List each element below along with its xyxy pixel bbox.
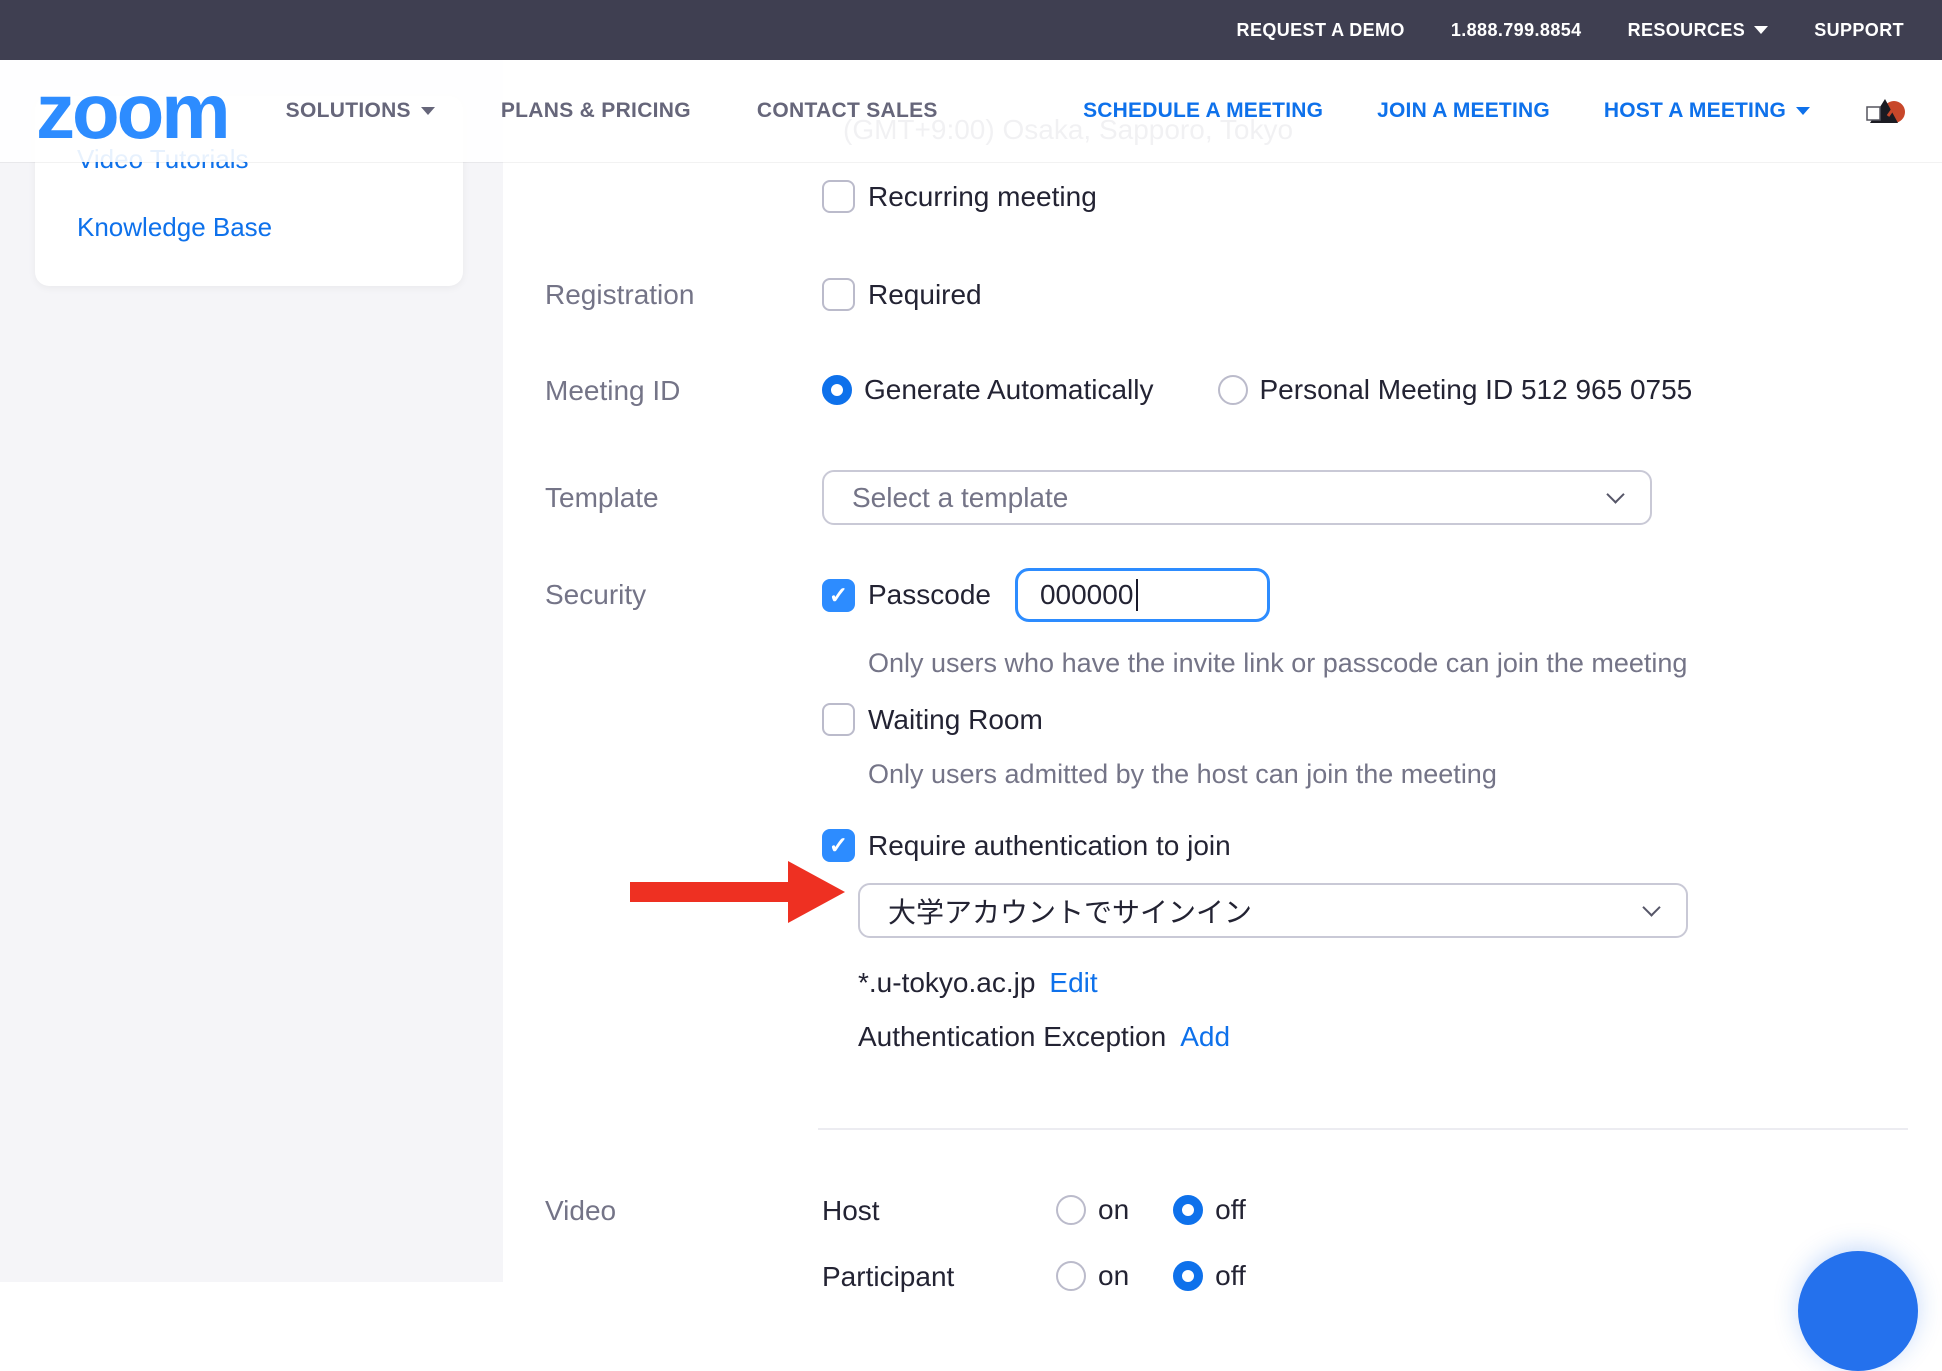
waiting-room-helper-text: Only users admitted by the host can join… <box>868 758 1688 791</box>
passcode-checkbox[interactable]: ✓ <box>822 579 855 612</box>
host-video-on-option[interactable]: on <box>1056 1194 1129 1226</box>
host-meeting-label: HOST A MEETING <box>1604 99 1786 123</box>
video-host-row: Video Host on off <box>545 1194 1942 1227</box>
auth-domain-value: *.u-tokyo.ac.jp <box>858 967 1035 999</box>
security-label: Security <box>545 568 822 622</box>
nav-host-meeting-menu[interactable]: HOST A MEETING <box>1604 99 1810 123</box>
auth-exception-label: Authentication Exception <box>858 1021 1166 1053</box>
waiting-room-label: Waiting Room <box>868 704 1043 736</box>
text-cursor <box>1136 579 1138 611</box>
participant-video-on-radio[interactable] <box>1056 1261 1086 1291</box>
waiting-room-option[interactable]: Waiting Room <box>822 703 1688 736</box>
nav-join-meeting-link[interactable]: JOIN A MEETING <box>1377 99 1550 123</box>
chevron-down-icon <box>1754 26 1768 34</box>
main-nav-header: zoom SOLUTIONS PLANS & PRICING CONTACT S… <box>0 60 1942 162</box>
auth-domain-edit-link[interactable]: Edit <box>1049 967 1097 999</box>
recurring-meeting-checkbox[interactable] <box>822 180 855 213</box>
auth-domain-row: *.u-tokyo.ac.jp Edit <box>858 967 1688 999</box>
passcode-input[interactable]: 000000 <box>1015 568 1270 622</box>
registration-row: Registration Required <box>545 278 1942 311</box>
host-video-off-option[interactable]: off <box>1173 1194 1246 1226</box>
registration-required-label: Required <box>868 279 982 311</box>
participant-video-off-option[interactable]: off <box>1173 1260 1246 1292</box>
recurring-meeting-option[interactable]: Recurring meeting <box>822 180 1097 213</box>
meeting-id-label: Meeting ID <box>545 374 822 407</box>
resources-label: RESOURCES <box>1628 20 1746 41</box>
profile-avatar[interactable] <box>1864 92 1906 130</box>
zoom-schedule-meeting-page: { "topbar": { "request_demo": "REQUEST A… <box>0 0 1942 1282</box>
passcode-value: 000000 <box>1040 579 1133 611</box>
video-label: Video <box>545 1194 822 1227</box>
template-select-value: Select a template <box>852 482 1068 514</box>
video-participant-options: on off <box>1056 1260 1246 1292</box>
passcode-row: ✓ Passcode 000000 <box>822 568 1688 622</box>
meeting-id-options: Generate Automatically Personal Meeting … <box>822 374 1692 406</box>
auth-exception-row: Authentication Exception Add <box>858 1021 1688 1053</box>
passcode-helper-text: Only users who have the invite link or p… <box>868 647 1688 680</box>
host-video-off-radio[interactable] <box>1173 1195 1203 1225</box>
passcode-label: Passcode <box>868 579 991 611</box>
recurring-meeting-label: Recurring meeting <box>868 181 1097 213</box>
auth-method-select[interactable]: 大学アカウントでサインイン <box>858 883 1688 938</box>
phone-number[interactable]: 1.888.799.8854 <box>1451 20 1582 41</box>
personal-meeting-id-label: Personal Meeting ID 512 965 0755 <box>1260 374 1693 406</box>
video-participant-row: Participant on off <box>545 1260 1942 1293</box>
chevron-down-icon <box>1796 107 1810 115</box>
nav-solutions-menu[interactable]: SOLUTIONS <box>286 99 435 123</box>
schedule-meeting-form: Recurring meeting Registration Required … <box>545 162 1942 1293</box>
chevron-down-icon <box>421 107 435 115</box>
participant-video-off-label: off <box>1215 1260 1246 1292</box>
registration-required-checkbox[interactable] <box>822 278 855 311</box>
video-participant-label: Participant <box>822 1260 1056 1293</box>
generate-automatically-radio[interactable] <box>822 375 852 405</box>
chevron-down-icon <box>1606 485 1624 503</box>
require-auth-option[interactable]: ✓ Require authentication to join <box>822 829 1688 862</box>
nav-left-group: SOLUTIONS PLANS & PRICING CONTACT SALES <box>286 99 938 123</box>
passcode-option[interactable]: ✓ Passcode <box>822 579 991 612</box>
request-demo-link[interactable]: REQUEST A DEMO <box>1237 20 1405 41</box>
security-row: Security ✓ Passcode 000000 Only users wh… <box>545 568 1942 1053</box>
zoom-logo[interactable]: zoom <box>36 80 228 142</box>
support-link[interactable]: SUPPORT <box>1814 20 1904 41</box>
recurring-meeting-row: Recurring meeting <box>545 180 1942 213</box>
video-host-options: on off <box>1056 1194 1246 1226</box>
host-video-off-label: off <box>1215 1194 1246 1226</box>
host-video-on-radio[interactable] <box>1056 1195 1086 1225</box>
security-controls: ✓ Passcode 000000 Only users who have th… <box>822 568 1688 1053</box>
participant-video-on-label: on <box>1098 1260 1129 1292</box>
participant-video-on-option[interactable]: on <box>1056 1260 1129 1292</box>
host-video-on-label: on <box>1098 1194 1129 1226</box>
registration-label: Registration <box>545 278 822 311</box>
require-auth-label: Require authentication to join <box>868 830 1231 862</box>
waiting-room-checkbox[interactable] <box>822 703 855 736</box>
meeting-id-row: Meeting ID Generate Automatically Person… <box>545 374 1942 407</box>
template-select[interactable]: Select a template <box>822 470 1652 525</box>
generate-automatically-label: Generate Automatically <box>864 374 1154 406</box>
personal-meeting-id-option[interactable]: Personal Meeting ID 512 965 0755 <box>1218 374 1693 406</box>
video-host-label: Host <box>822 1194 1056 1227</box>
section-divider <box>818 1128 1908 1130</box>
sidebar-link-knowledge-base[interactable]: Knowledge Base <box>77 212 272 243</box>
help-chat-button[interactable] <box>1798 1251 1918 1371</box>
nav-right-group: SCHEDULE A MEETING JOIN A MEETING HOST A… <box>1083 92 1906 130</box>
personal-meeting-id-radio[interactable] <box>1218 375 1248 405</box>
nav-schedule-meeting-link[interactable]: SCHEDULE A MEETING <box>1083 99 1323 123</box>
resources-menu[interactable]: RESOURCES <box>1628 20 1769 41</box>
participant-video-off-radio[interactable] <box>1173 1261 1203 1291</box>
generate-automatically-option[interactable]: Generate Automatically <box>822 374 1154 406</box>
registration-required-option[interactable]: Required <box>822 278 982 311</box>
template-label: Template <box>545 470 822 525</box>
auth-exception-add-link[interactable]: Add <box>1180 1021 1230 1053</box>
template-row: Template Select a template <box>545 470 1942 525</box>
nav-plans-pricing-link[interactable]: PLANS & PRICING <box>501 99 691 123</box>
chevron-down-icon <box>1642 898 1660 916</box>
top-utility-bar: REQUEST A DEMO 1.888.799.8854 RESOURCES … <box>0 0 1942 60</box>
avatar-frame-shape <box>1867 107 1880 120</box>
require-auth-checkbox[interactable]: ✓ <box>822 829 855 862</box>
solutions-label: SOLUTIONS <box>286 99 411 123</box>
nav-contact-sales-link[interactable]: CONTACT SALES <box>757 99 938 123</box>
auth-method-value: 大学アカウントでサインイン <box>888 891 1252 931</box>
